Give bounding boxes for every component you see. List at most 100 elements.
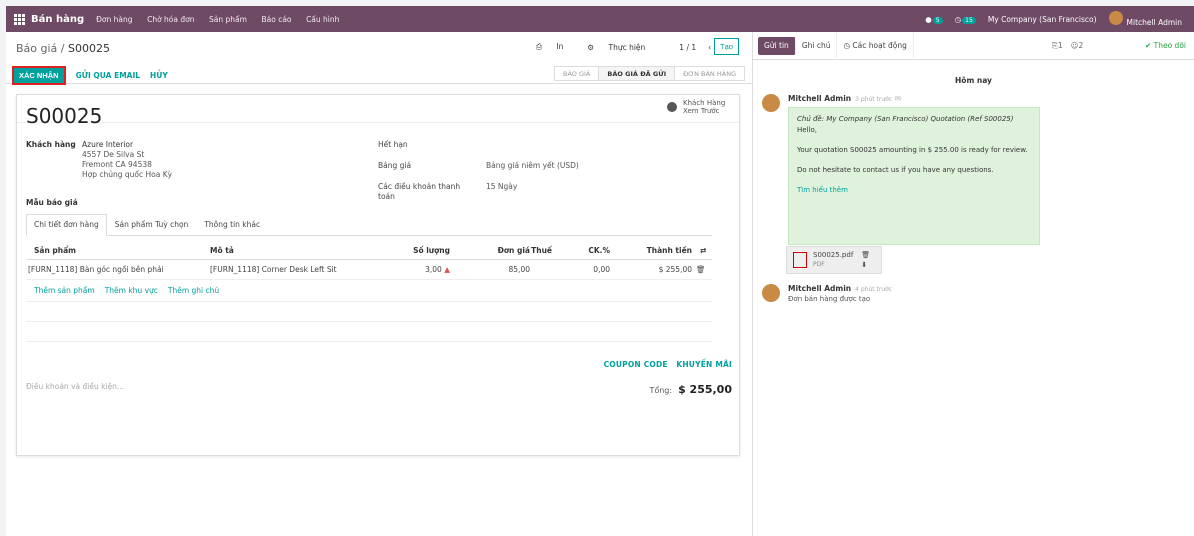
- tab-order-lines[interactable]: Chi tiết đơn hàng: [26, 214, 107, 236]
- user-menu[interactable]: Mitchell Admin: [1108, 11, 1182, 27]
- status-quotation-sent[interactable]: BÁO GIÁ ĐÃ GỬI: [598, 66, 675, 81]
- pricelist-field[interactable]: Bảng giá niêm yết (USD): [486, 161, 579, 170]
- terms-field[interactable]: Điều khoản và điều kiện...: [26, 382, 124, 391]
- customer-address-1: 4557 De Silva St: [82, 150, 145, 159]
- breadcrumb-parent[interactable]: Báo giá: [16, 42, 57, 55]
- follow-button[interactable]: ✔ Theo dõi: [1145, 41, 1186, 50]
- app-name[interactable]: Bán hàng: [31, 14, 84, 25]
- table-row[interactable]: [FURN_1118] Bàn góc ngồi bên phải [FURN_…: [26, 260, 712, 280]
- column-settings-icon[interactable]: ⇄: [700, 246, 706, 255]
- menu-config[interactable]: Cấu hình: [306, 15, 339, 24]
- follow-label: Theo dõi: [1153, 41, 1186, 50]
- customer-name[interactable]: Azure Interior: [82, 140, 282, 150]
- order-number: S00025: [26, 104, 103, 128]
- company-switcher[interactable]: My Company (San Francisco): [988, 15, 1097, 24]
- attachment-type: PDF: [813, 261, 825, 268]
- cell-discount[interactable]: 0,00: [552, 265, 610, 274]
- form-view: Báo giá / S00025 ⎙ In ⚙ Thực hiện 1 / 1 …: [6, 32, 753, 536]
- total-line: Tổng: $ 255,00: [604, 383, 732, 396]
- pricelist-label: Bảng giá: [378, 161, 412, 170]
- send-message-button[interactable]: Gửi tin: [758, 36, 796, 55]
- empty-row: [26, 322, 712, 342]
- customer-preview-button[interactable]: Khách Hàng Xem Trước: [667, 99, 729, 115]
- trash-icon[interactable]: 🗑: [696, 265, 706, 274]
- envelope-icon: ✉: [894, 94, 902, 103]
- action-label: Thực hiện: [608, 42, 646, 52]
- control-panel: Báo giá / S00025 ⎙ In ⚙ Thực hiện 1 / 1 …: [6, 32, 752, 85]
- msg-author[interactable]: Mitchell Admin: [788, 284, 851, 293]
- confirm-button[interactable]: XÁC NHẬN: [12, 66, 66, 85]
- clock-icon: ◷: [843, 41, 851, 50]
- payment-terms-label: Các điều khoản thanh toán: [378, 182, 461, 201]
- msg-time: 3 phút trước: [855, 96, 893, 103]
- col-discount[interactable]: CK.%: [552, 246, 610, 255]
- activities-button[interactable]: ◷ Các hoạt động: [837, 31, 914, 60]
- pager-value[interactable]: 1 / 1: [679, 43, 696, 52]
- message-body: Chủ đề: My Company (San Francisco) Quota…: [788, 107, 1040, 245]
- menu-orders[interactable]: Đơn hàng: [96, 15, 132, 24]
- add-product-link[interactable]: Thêm sản phẩm: [26, 286, 95, 295]
- empty-row: [26, 302, 712, 322]
- status-sales-order[interactable]: ĐƠN BÁN HÀNG: [674, 66, 746, 81]
- top-navbar: Bán hàng Đơn hàng Chờ hóa đơn Sản phẩm B…: [6, 6, 1194, 32]
- col-tax[interactable]: Thuế: [530, 246, 552, 255]
- msg-time: 4 phút trước: [855, 286, 893, 293]
- attachment-name[interactable]: S00025.pdf: [813, 251, 853, 260]
- avatar: [1108, 11, 1123, 25]
- cell-unit-price[interactable]: 85,00: [450, 265, 530, 274]
- delete-attachment-icon[interactable]: 🗑: [861, 250, 870, 260]
- col-description[interactable]: Mô tả: [210, 246, 360, 255]
- msg-link[interactable]: Tìm hiểu thêm: [797, 185, 1031, 196]
- print-label: In: [556, 42, 564, 51]
- download-icon[interactable]: ⬇: [861, 260, 870, 270]
- menu-to-invoice[interactable]: Chờ hóa đơn: [147, 15, 194, 24]
- menu-products[interactable]: Sản phẩm: [209, 15, 247, 24]
- cell-subtotal: $ 255,00: [658, 265, 692, 274]
- add-section-link[interactable]: Thêm khu vực: [105, 286, 158, 295]
- apps-grid-icon[interactable]: [14, 13, 25, 25]
- cancel-button[interactable]: HỦY: [150, 71, 168, 80]
- pager-prev-icon[interactable]: ‹: [708, 43, 711, 52]
- col-quantity[interactable]: Số lượng: [360, 246, 450, 255]
- payment-terms-field[interactable]: 15 Ngày: [486, 182, 517, 191]
- tab-optional-products[interactable]: Sản phẩm Tuỳ chọn: [107, 214, 197, 235]
- customer-address-2: Fremont CA 94538: [82, 160, 152, 169]
- add-line-row: Thêm sản phẩm Thêm khu vực Thêm ghi chú: [26, 280, 712, 302]
- cell-quantity[interactable]: 3,00 ▲: [360, 265, 450, 274]
- globe-icon: [667, 102, 677, 112]
- activity-button[interactable]: ◷ 15: [955, 15, 976, 24]
- status-bar: BÁO GIÁ BÁO GIÁ ĐÃ GỬI ĐƠN BÁN HÀNG: [554, 66, 746, 81]
- total-label: Tổng:: [649, 386, 673, 395]
- chat-button[interactable]: ● 5: [925, 15, 943, 24]
- create-button[interactable]: Tạo: [714, 38, 739, 55]
- app-switcher[interactable]: Bán hàng: [14, 13, 84, 25]
- follower-count: 2: [1078, 41, 1084, 50]
- print-button[interactable]: ⎙ In: [536, 42, 575, 52]
- followers-button[interactable]: ☺2: [1071, 41, 1084, 50]
- col-subtotal[interactable]: Thành tiền: [610, 246, 692, 255]
- col-unit-price[interactable]: Đơn giá: [450, 246, 530, 255]
- col-product[interactable]: Sản phẩm: [26, 246, 210, 255]
- msg-author[interactable]: Mitchell Admin: [788, 94, 851, 103]
- msg-subject: Chủ đề: My Company (San Francisco) Quota…: [797, 115, 1014, 123]
- message-log: Mitchell Admin 4 phút trước Đơn bán hàng …: [762, 284, 892, 303]
- message-email: Mitchell Admin 3 phút trước ✉ Chủ đề: My …: [762, 94, 1040, 245]
- cell-product[interactable]: [FURN_1118] Bàn góc ngồi bên phải: [26, 265, 210, 274]
- send-email-button[interactable]: GỬI QUA EMAIL: [76, 71, 140, 80]
- coupon-button[interactable]: COUPON CODE: [604, 360, 668, 369]
- add-note-link[interactable]: Thêm ghi chú: [168, 286, 219, 295]
- msg-body: Đơn bán hàng được tạo: [788, 295, 871, 303]
- attachments-button[interactable]: ⎘1: [1052, 41, 1063, 51]
- customer-label: Khách hàng: [26, 140, 76, 149]
- action-button[interactable]: ⚙ Thực hiện: [587, 43, 657, 52]
- status-quotation[interactable]: BÁO GIÁ: [554, 66, 599, 81]
- activities-label: Các hoạt động: [852, 41, 907, 50]
- msg-hello: Hello,: [797, 126, 817, 134]
- promotion-button[interactable]: KHUYẾN MÃI: [676, 360, 732, 369]
- menu-reporting[interactable]: Báo cáo: [261, 15, 291, 24]
- attachment-card[interactable]: S00025.pdf PDF 🗑 ⬇: [786, 246, 882, 274]
- totals-block: COUPON CODE KHUYẾN MÃI Tổng: $ 255,00: [604, 360, 732, 396]
- tab-other-info[interactable]: Thông tin khác: [196, 214, 268, 235]
- log-note-button[interactable]: Ghi chú: [796, 31, 838, 60]
- cell-description[interactable]: [FURN_1118] Corner Desk Left Sit: [210, 265, 360, 274]
